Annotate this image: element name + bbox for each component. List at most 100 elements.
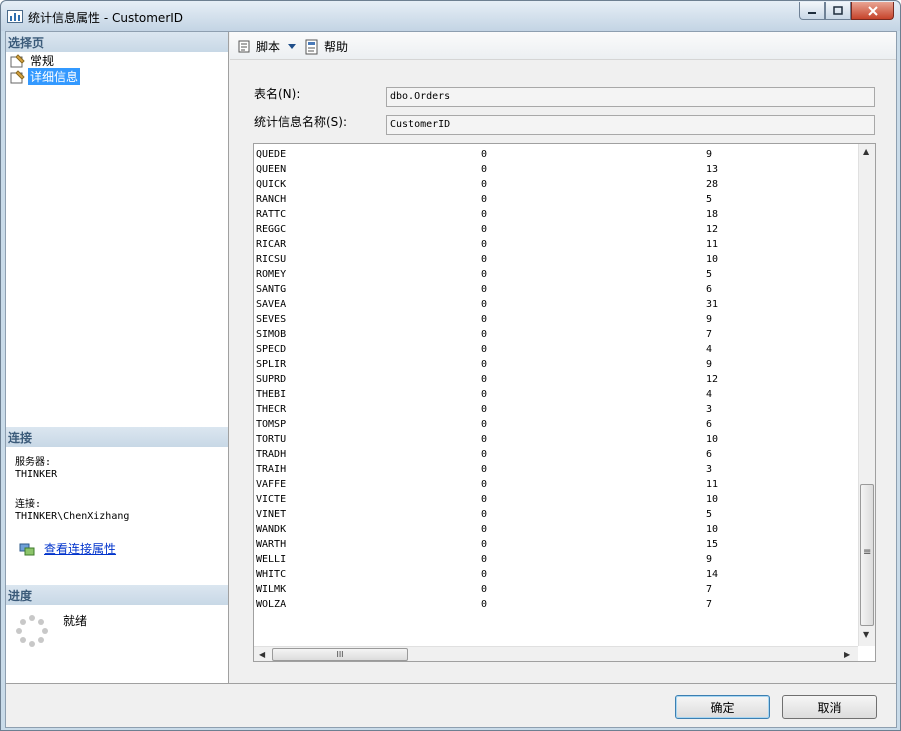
eq-rows-cell: 0 — [481, 329, 488, 340]
statistics-name-field[interactable]: CustomerID — [386, 115, 875, 135]
scroll-down-icon[interactable]: ▼ — [863, 630, 869, 639]
range-rows-cell: 6 — [706, 284, 713, 295]
range-hi-key-cell: RATTC — [256, 209, 287, 220]
range-rows-cell: 3 — [706, 404, 713, 415]
eq-rows-cell: 0 — [481, 299, 488, 310]
minimize-icon — [808, 11, 816, 14]
connection-icon — [19, 543, 35, 555]
range-rows-cell: 12 — [706, 374, 719, 385]
histogram-grid[interactable]: QUEDE 0 9 QUEEN 0 13 QUICK 0 28 RANCH 0 5 RATTC 0 18 RE… — [253, 143, 876, 662]
range-hi-key-cell: SAVEA — [256, 299, 287, 310]
ok-button[interactable]: 确定 — [675, 695, 770, 719]
script-button[interactable]: 脚本 — [236, 38, 297, 55]
range-rows-cell: 7 — [706, 329, 713, 340]
horizontal-scroll-thumb[interactable]: III — [272, 648, 408, 661]
eq-rows-cell: 0 — [481, 314, 488, 325]
range-rows-cell: 4 — [706, 344, 713, 355]
page-icon — [10, 69, 25, 83]
eq-rows-cell: 0 — [481, 449, 488, 460]
minimize-button[interactable] — [799, 2, 825, 20]
progress-header: 进度 — [6, 585, 228, 605]
range-hi-key-cell: RICAR — [256, 239, 287, 250]
eq-rows-cell: 0 — [481, 494, 488, 505]
range-rows-cell: 5 — [706, 194, 713, 205]
dialog-window: 统计信息属性 - CustomerID 选择页 常规 详细信息 连接 服务器: … — [0, 0, 901, 731]
range-hi-key-cell: WILMK — [256, 584, 287, 595]
range-hi-key-cell: SPECD — [256, 344, 287, 355]
nav-item-general[interactable]: 常规 — [10, 53, 56, 68]
range-hi-key-cell: SUPRD — [256, 374, 287, 385]
eq-rows-cell: 0 — [481, 524, 488, 535]
range-rows-cell: 6 — [706, 449, 713, 460]
eq-rows-cell: 0 — [481, 374, 488, 385]
eq-rows-cell: 0 — [481, 254, 488, 265]
nav-item-details[interactable]: 详细信息 — [10, 68, 81, 85]
eq-rows-cell: 0 — [481, 164, 488, 175]
range-hi-key-cell: SEVES — [256, 314, 287, 325]
range-hi-key-cell: THECR — [256, 404, 287, 415]
table-name-field[interactable]: dbo.Orders — [386, 87, 875, 107]
eq-rows-cell: 0 — [481, 224, 488, 235]
eq-rows-cell: 0 — [481, 509, 488, 520]
server-value: THINKER — [15, 469, 58, 480]
range-rows-cell: 7 — [706, 584, 713, 595]
scroll-grip: ≡ — [863, 547, 872, 558]
range-rows-cell: 5 — [706, 509, 713, 520]
server-label: 服务器: — [15, 457, 52, 468]
range-hi-key-cell: TRADH — [256, 449, 287, 460]
scroll-right-icon[interactable]: ▶ — [844, 650, 850, 659]
range-rows-cell: 31 — [706, 299, 719, 310]
range-rows-cell: 10 — [706, 524, 719, 535]
statistics-name-label: 统计信息名称(S): — [254, 115, 348, 129]
help-icon — [305, 39, 318, 54]
range-rows-cell: 10 — [706, 434, 719, 445]
scroll-left-icon[interactable]: ◀ — [259, 650, 265, 659]
range-hi-key-cell: VAFFE — [256, 479, 287, 490]
range-hi-key-cell: QUEDE — [256, 149, 287, 160]
title-bar[interactable]: 统计信息属性 - CustomerID — [1, 1, 900, 31]
eq-rows-cell: 0 — [481, 554, 488, 565]
dialog-client: 选择页 常规 详细信息 连接 服务器: THINKER 连接: THINKER\… — [5, 31, 897, 728]
range-rows-cell: 9 — [706, 359, 713, 370]
range-hi-key-cell: ROMEY — [256, 269, 287, 280]
eq-rows-cell: 0 — [481, 284, 488, 295]
script-label: 脚本 — [256, 40, 281, 54]
help-button[interactable]: 帮助 — [304, 38, 348, 55]
range-rows-cell: 9 — [706, 149, 713, 160]
range-rows-cell: 13 — [706, 164, 719, 175]
left-pane: 选择页 常规 详细信息 连接 服务器: THINKER 连接: THINKER\… — [6, 32, 229, 683]
eq-rows-cell: 0 — [481, 539, 488, 550]
eq-rows-cell: 0 — [481, 344, 488, 355]
range-hi-key-cell: WELLI — [256, 554, 287, 565]
range-rows-cell: 5 — [706, 269, 713, 280]
close-button[interactable] — [851, 2, 894, 20]
eq-rows-cell: 0 — [481, 359, 488, 370]
range-rows-cell: 10 — [706, 494, 719, 505]
eq-rows-cell: 0 — [481, 149, 488, 160]
range-hi-key-cell: TORTU — [256, 434, 287, 445]
view-connection-properties-link[interactable]: 查看连接属性 — [19, 540, 116, 557]
range-rows-cell: 28 — [706, 179, 719, 190]
horizontal-scrollbar[interactable]: ◀ III ▶ — [254, 646, 858, 661]
vertical-scrollbar[interactable]: ▲ ≡ ▼ — [858, 144, 875, 646]
connection-label: 连接: — [15, 499, 42, 510]
cancel-button[interactable]: 取消 — [782, 695, 877, 719]
range-rows-cell: 6 — [706, 419, 713, 430]
vertical-scroll-thumb[interactable]: ≡ — [860, 484, 874, 626]
scroll-up-icon[interactable]: ▲ — [863, 147, 869, 156]
range-hi-key-cell: WARTH — [256, 539, 287, 550]
range-hi-key-cell: REGGC — [256, 224, 287, 235]
button-bar: 确定 取消 — [6, 683, 896, 727]
nav-item-label: 常规 — [30, 54, 55, 68]
eq-rows-cell: 0 — [481, 239, 488, 250]
range-hi-key-cell: TRAIH — [256, 464, 287, 475]
range-hi-key-cell: WANDK — [256, 524, 287, 535]
maximize-button[interactable] — [825, 2, 851, 20]
range-hi-key-cell: WOLZA — [256, 599, 287, 610]
range-hi-key-cell: RANCH — [256, 194, 287, 205]
script-icon — [238, 40, 250, 52]
view-connection-properties-label[interactable]: 查看连接属性 — [44, 540, 116, 557]
window-title: 统计信息属性 - CustomerID — [28, 11, 184, 25]
range-rows-cell: 11 — [706, 479, 719, 490]
dropdown-arrow-icon[interactable] — [288, 43, 297, 50]
